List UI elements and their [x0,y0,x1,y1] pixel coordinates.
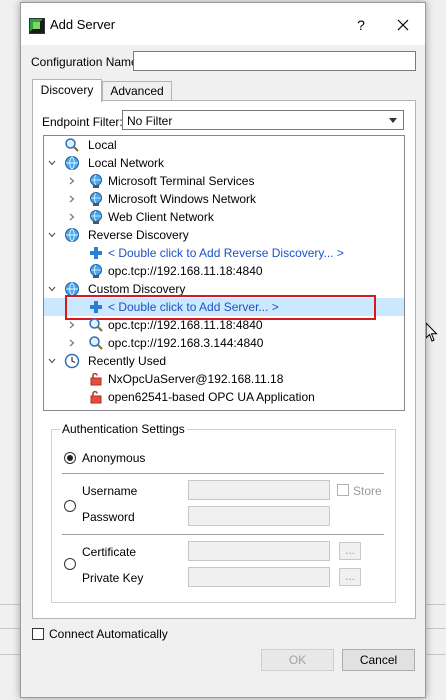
store-label: Store [353,484,382,498]
network-globe-icon [90,192,102,206]
configuration-name-label: Configuration Name [31,55,138,69]
tree-node-label: opc.tcp://192.168.11.18:4840 [108,318,263,332]
chevron-down-icon[interactable] [48,285,56,293]
tree-node-label: Local Network [88,156,165,170]
tree-node-label: Web Client Network [108,210,214,224]
network-globe-icon [90,264,102,278]
cancel-button[interactable]: Cancel [342,649,415,671]
certificate-label: Certificate [82,545,137,559]
authentication-settings-group: Authentication Settings Anonymous Userna… [51,422,396,603]
tree-node-label: < Double click to Add Reverse Discovery.… [108,246,344,260]
username-label: Username [82,484,138,498]
tab-discovery[interactable]: Discovery [32,79,102,102]
private-key-label: Private Key [82,571,144,585]
anonymous-radio[interactable] [64,452,76,464]
endpoint-filter-label: Endpoint Filter: [42,115,123,129]
chevron-right-icon[interactable] [68,213,76,221]
private-key-input[interactable] [188,567,330,587]
chevron-down-icon[interactable] [48,357,56,365]
chevron-right-icon[interactable] [68,339,76,347]
username-input[interactable] [188,480,330,500]
discovery-tab-panel: Endpoint Filter: No Filter Local Local N… [32,100,416,619]
endpoint-filter-value: No Filter [127,114,173,128]
tree-node-label: Microsoft Terminal Services [108,174,255,188]
search-icon [65,138,79,152]
authentication-settings-title: Authentication Settings [60,422,187,436]
mouse-cursor-icon [425,322,438,342]
certificate-input[interactable] [188,541,330,561]
anonymous-label: Anonymous [82,451,146,465]
search-icon [89,336,103,350]
add-server-dialog: Add Server ? Configuration Name Discover… [20,2,426,698]
chevron-down-icon [389,118,397,123]
network-globe-icon [90,174,102,188]
chevron-right-icon[interactable] [68,195,76,203]
password-input[interactable] [188,506,330,526]
tree-node-label: open62541-based OPC UA Application [108,390,315,404]
chevron-right-icon[interactable] [68,177,76,185]
divider [62,473,384,474]
tree-node-label: Reverse Discovery [88,228,189,242]
help-button[interactable]: ? [351,15,371,35]
globe-icon [65,228,79,243]
network-globe-icon [90,210,102,224]
clock-icon [64,353,80,369]
password-label: Password [82,510,135,524]
endpoint-filter-select[interactable]: No Filter [122,110,404,130]
tree-node-label: Microsoft Windows Network [108,192,257,206]
discovery-tree[interactable]: Local Local Network Microsoft Terminal S… [43,135,405,411]
chevron-down-icon[interactable] [48,231,56,239]
tree-node-label: Local [88,138,117,152]
divider [62,534,384,535]
lock-open-icon [90,372,102,386]
connect-automatically-checkbox[interactable] [32,628,44,640]
tree-node-label: opc.tcp://192.168.3.144:4840 [108,336,264,350]
username-radio[interactable] [64,500,76,512]
connect-automatically-label: Connect Automatically [49,627,168,641]
certificate-browse-button[interactable]: ... [339,542,361,560]
title-bar: Add Server ? [21,3,425,45]
chevron-right-icon[interactable] [68,321,76,329]
tree-node-label: NxOpcUaServer@192.168.11.18 [108,372,284,386]
ok-button[interactable]: OK [261,649,334,671]
lock-open-icon [90,390,102,404]
search-icon [89,318,103,332]
tree-node-label: opc.tcp://192.168.11.18:4840 [108,264,263,278]
app-icon [29,18,45,34]
certificate-radio[interactable] [64,558,76,570]
private-key-browse-button[interactable]: ... [339,568,361,586]
chevron-down-icon[interactable] [48,159,56,167]
tree-node-label: Recently Used [88,354,167,368]
tab-advanced[interactable]: Advanced [102,81,172,101]
plus-icon [90,247,102,259]
configuration-name-input[interactable] [133,51,416,71]
close-icon[interactable] [391,13,415,37]
store-checkbox[interactable] [337,484,349,496]
dialog-title: Add Server [50,17,116,32]
globe-icon [65,156,79,171]
